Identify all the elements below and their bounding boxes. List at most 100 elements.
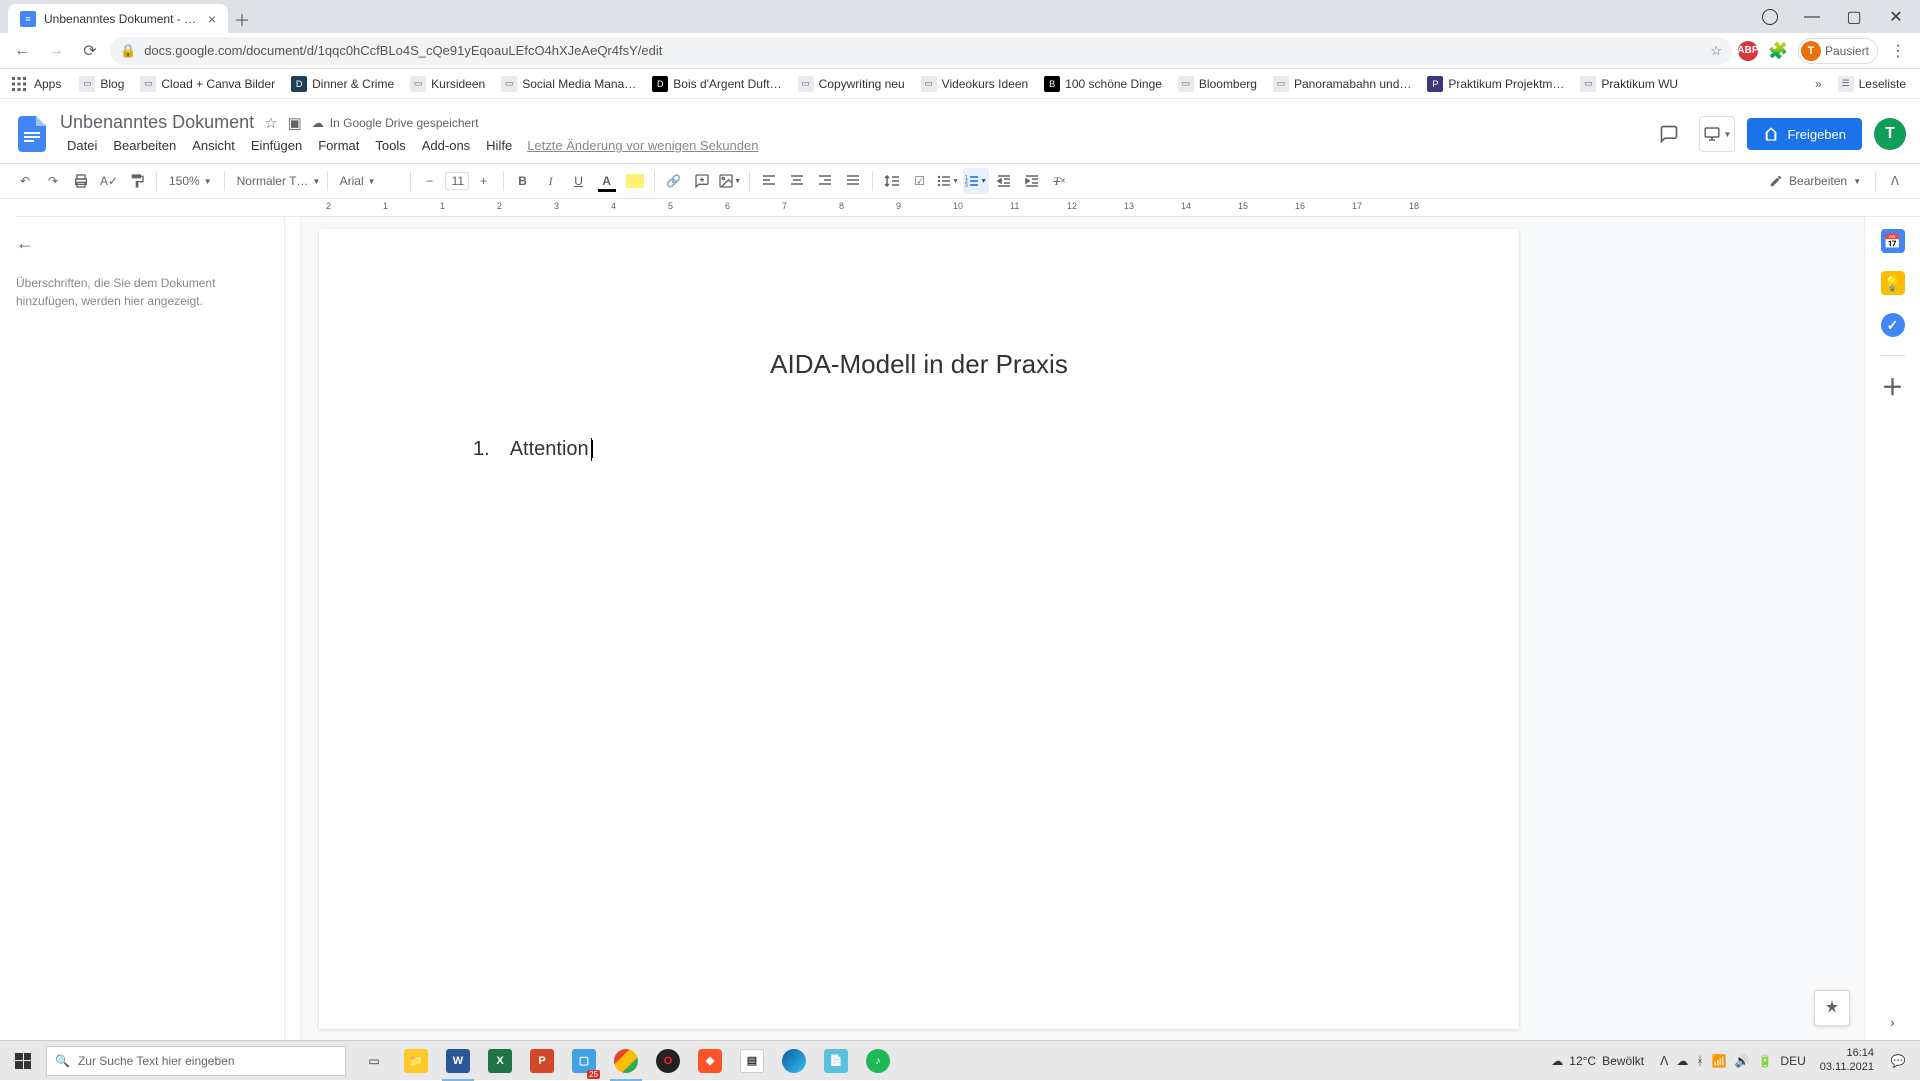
apps-label[interactable]: Apps	[34, 77, 61, 91]
docs-logo-icon[interactable]	[14, 110, 50, 158]
list-item[interactable]: 1. Attention	[459, 438, 1379, 461]
move-folder-icon[interactable]: ▣	[288, 114, 302, 132]
get-addons-icon[interactable]: ＋	[1881, 374, 1905, 398]
italic-icon[interactable]: I	[538, 168, 564, 194]
back-button[interactable]: ←	[8, 37, 36, 65]
action-center-icon[interactable]: 💬	[1880, 1041, 1916, 1081]
spotify-app-icon[interactable]: ♪	[858, 1041, 898, 1081]
align-justify-icon[interactable]	[840, 168, 866, 194]
notepad-app-icon[interactable]: 📄	[816, 1041, 856, 1081]
explore-fab-icon[interactable]	[1814, 990, 1850, 1026]
taskbar-search[interactable]: 🔍 Zur Suche Text hier eingeben	[46, 1046, 346, 1076]
editing-mode-select[interactable]: Bearbeiten ▼	[1761, 171, 1869, 191]
bookmark-overflow-icon[interactable]: »	[1815, 77, 1822, 91]
underline-icon[interactable]: U	[566, 168, 592, 194]
text-color-icon[interactable]: A	[594, 168, 620, 194]
bookmark-item[interactable]: ▭Bloomberg	[1172, 74, 1263, 94]
bookmark-item[interactable]: PPraktikum Projektm…	[1421, 74, 1570, 94]
forward-button[interactable]: →	[42, 37, 70, 65]
clear-format-icon[interactable]: T✕	[1047, 168, 1073, 194]
align-center-icon[interactable]	[784, 168, 810, 194]
bulleted-list-icon[interactable]: ▼	[935, 168, 961, 194]
bookmark-item[interactable]: DBois d'Argent Duft…	[646, 74, 787, 94]
menu-format[interactable]: Format	[311, 135, 366, 156]
bookmark-item[interactable]: ▭Panoramabahn und…	[1267, 74, 1417, 94]
brave-app-icon[interactable]: ◆	[690, 1041, 730, 1081]
battery-tray-icon[interactable]: 🔋	[1757, 1054, 1772, 1068]
notion-app-icon[interactable]: ▤	[732, 1041, 772, 1081]
insert-image-icon[interactable]: ▼	[717, 168, 743, 194]
chrome-app-icon[interactable]	[606, 1041, 646, 1081]
spellcheck-icon[interactable]: A✓	[96, 168, 122, 194]
menu-addons[interactable]: Add-ons	[415, 135, 477, 156]
bold-icon[interactable]: B	[510, 168, 536, 194]
reload-button[interactable]: ⟳	[76, 37, 104, 65]
bookmark-item[interactable]: ▭Copywriting neu	[792, 74, 911, 94]
font-select[interactable]: Arial▼	[334, 174, 404, 188]
start-button[interactable]	[0, 1041, 46, 1081]
bookmark-item[interactable]: ▭Kursideen	[404, 74, 491, 94]
collapse-toolbar-icon[interactable]: ᐱ	[1882, 168, 1908, 194]
task-view-icon[interactable]: ▭	[354, 1041, 394, 1081]
font-size-input[interactable]: 11	[445, 172, 469, 190]
abp-extension-icon[interactable]: ABP	[1738, 41, 1758, 61]
font-size-plus[interactable]: +	[471, 168, 497, 194]
line-spacing-icon[interactable]	[879, 168, 905, 194]
bookmark-item[interactable]: ▭Cload + Canva Bilder	[134, 74, 281, 94]
maximize-button[interactable]: ▢	[1834, 3, 1874, 31]
powerpoint-app-icon[interactable]: P	[522, 1041, 562, 1081]
zoom-select[interactable]: 150%▼	[163, 174, 218, 188]
share-button[interactable]: Freigeben	[1747, 118, 1862, 150]
menu-view[interactable]: Ansicht	[185, 135, 242, 156]
bookmark-item[interactable]: ▭Blog	[73, 74, 130, 94]
vertical-ruler[interactable]	[285, 217, 301, 1040]
ime-indicator[interactable]: DEU	[1780, 1054, 1805, 1068]
minimize-button[interactable]: —	[1792, 3, 1832, 31]
bookmark-item[interactable]: ▭Videokurs Ideen	[915, 74, 1035, 94]
tab-close-icon[interactable]: ×	[208, 11, 216, 27]
account-avatar[interactable]: T	[1874, 118, 1906, 150]
document-page[interactable]: AIDA-Modell in der Praxis 1. Attention	[319, 229, 1519, 1029]
tray-chevron-icon[interactable]: ᐱ	[1660, 1054, 1668, 1068]
apps-grid-icon[interactable]	[8, 73, 30, 95]
menu-file[interactable]: Datei	[60, 135, 104, 156]
excel-app-icon[interactable]: X	[480, 1041, 520, 1081]
increase-indent-icon[interactable]	[1019, 168, 1045, 194]
edge-app-icon[interactable]	[774, 1041, 814, 1081]
keep-addon-icon[interactable]: 💡	[1881, 271, 1905, 295]
outline-collapse-icon[interactable]: ←	[16, 233, 34, 254]
photos-app-icon[interactable]: ▢25	[564, 1041, 604, 1081]
menu-help[interactable]: Hilfe	[479, 135, 519, 156]
new-tab-button[interactable]: ＋	[228, 5, 256, 33]
highlight-icon[interactable]	[622, 168, 648, 194]
undo-icon[interactable]: ↶	[12, 168, 38, 194]
bookmark-item[interactable]: DDinner & Crime	[285, 74, 400, 94]
menu-tools[interactable]: Tools	[368, 135, 412, 156]
weather-widget[interactable]: ☁ 12°C Bewölkt	[1551, 1054, 1644, 1068]
browser-menu-icon[interactable]: ⋮	[1884, 37, 1912, 65]
profile-chip[interactable]: T Pausiert	[1798, 38, 1878, 64]
account-circle-icon[interactable]	[1750, 3, 1790, 31]
tasks-addon-icon[interactable]: ✓	[1881, 313, 1905, 337]
list-text[interactable]: Attention	[510, 438, 589, 461]
present-button[interactable]: ▼	[1699, 116, 1735, 152]
comment-history-icon[interactable]	[1651, 116, 1687, 152]
menu-insert[interactable]: Einfügen	[244, 135, 309, 156]
reading-list-button[interactable]: ☰Leseliste	[1832, 74, 1912, 94]
bookmark-item[interactable]: ▭Social Media Mana…	[495, 74, 642, 94]
redo-icon[interactable]: ↷	[40, 168, 66, 194]
menu-edit[interactable]: Bearbeiten	[106, 135, 183, 156]
checklist-icon[interactable]: ☑	[907, 168, 933, 194]
browser-tab[interactable]: ≡ Unbenanntes Dokument - Googl ×	[8, 4, 228, 33]
volume-tray-icon[interactable]: 🔊	[1735, 1054, 1750, 1068]
insert-comment-icon[interactable]	[689, 168, 715, 194]
calendar-addon-icon[interactable]: 📅	[1881, 229, 1905, 253]
last-edit-link[interactable]: Letzte Änderung vor wenigen Sekunden	[527, 138, 758, 153]
address-bar[interactable]: 🔒 docs.google.com/document/d/1qqc0hCcfBL…	[110, 37, 1732, 65]
style-select[interactable]: Normaler T…▼	[231, 174, 321, 188]
taskbar-clock[interactable]: 16:14 03.11.2021	[1820, 1047, 1874, 1073]
close-window-button[interactable]: ✕	[1876, 3, 1916, 31]
side-panel-collapse-icon[interactable]: ›	[1890, 1014, 1895, 1030]
extensions-icon[interactable]: 🧩	[1764, 37, 1792, 65]
font-size-minus[interactable]: −	[417, 168, 443, 194]
